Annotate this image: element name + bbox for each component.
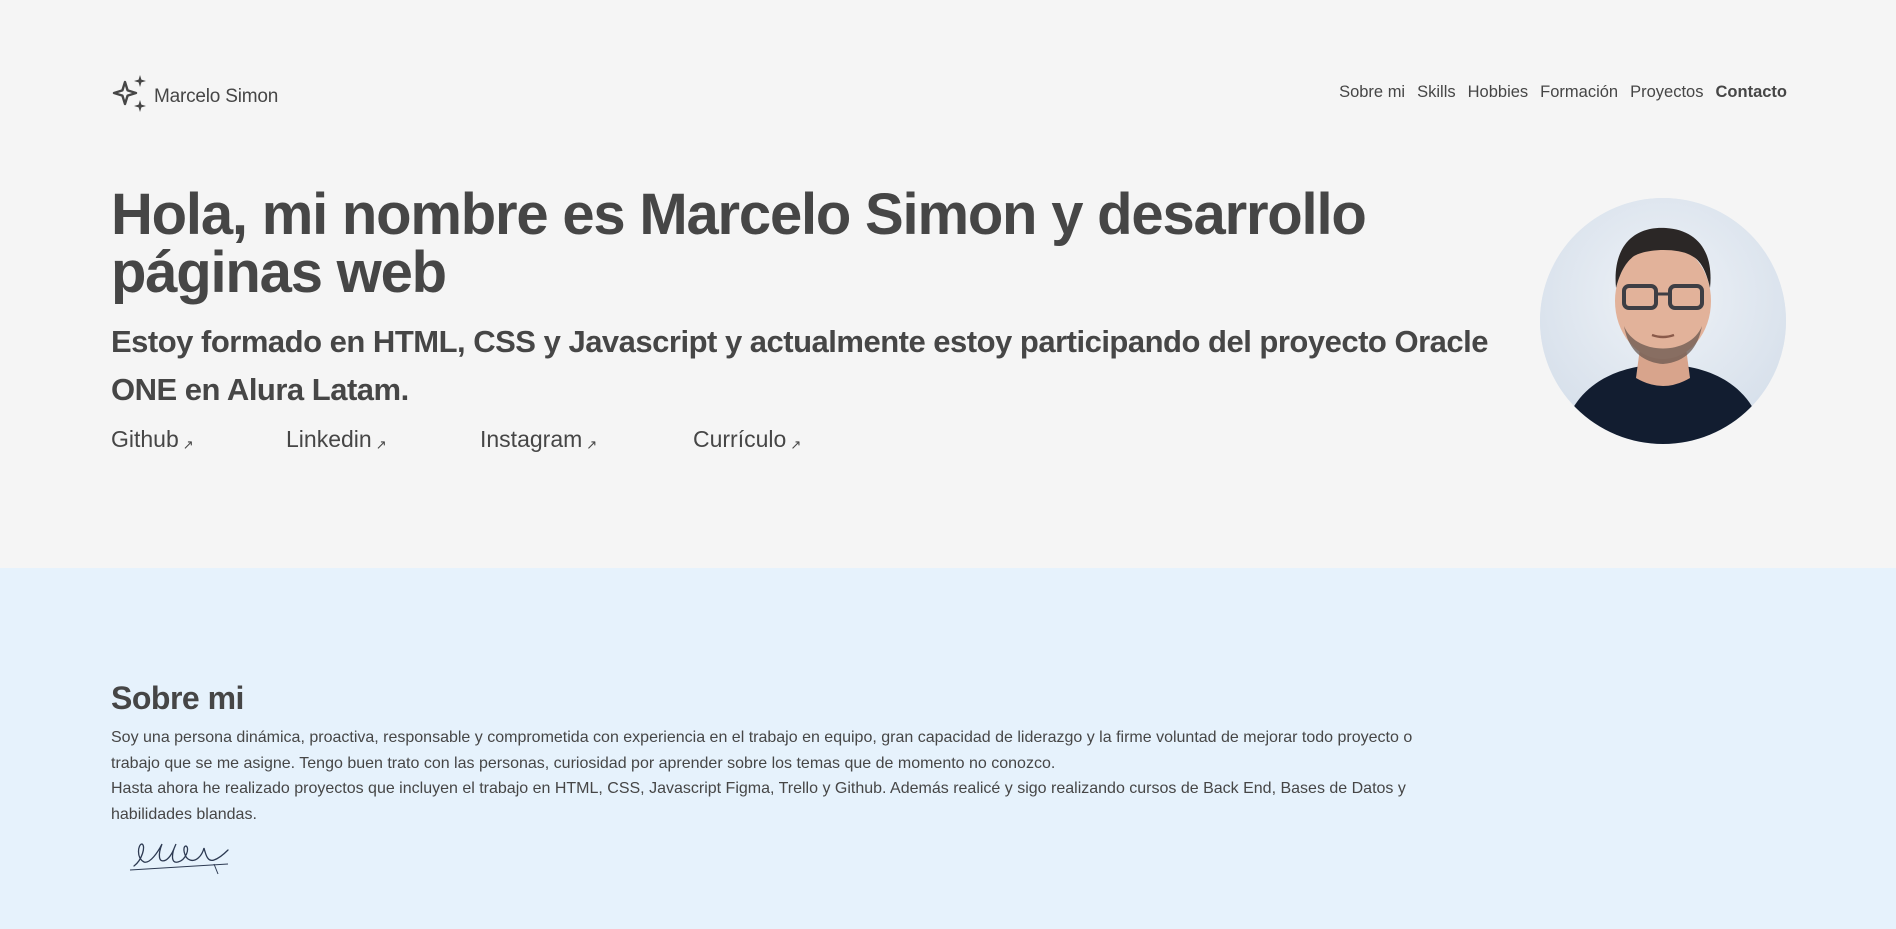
external-arrow-icon: ↗ xyxy=(375,437,387,452)
instagram-link[interactable]: Instagram ↗ xyxy=(480,426,597,453)
about-paragraph-2: Hasta ahora he realizado proyectos que i… xyxy=(111,780,1406,823)
external-arrow-icon: ↗ xyxy=(182,437,194,452)
sparkles-icon xyxy=(111,74,151,119)
linkedin-link[interactable]: Linkedin ↗ xyxy=(286,426,387,453)
nav-item-skills[interactable]: Skills xyxy=(1417,83,1456,102)
curriculo-link[interactable]: Currículo ↗ xyxy=(693,426,801,453)
profile-photo xyxy=(1540,198,1786,444)
instagram-link-label: Instagram xyxy=(480,426,583,452)
nav-item-contacto[interactable]: Contacto xyxy=(1716,83,1788,102)
about-section: Sobre mi Soy una persona dinámica, proac… xyxy=(0,568,1896,929)
about-paragraph-1: Soy una persona dinámica, proactiva, res… xyxy=(111,729,1413,772)
nav-item-sobre-mi[interactable]: Sobre mi xyxy=(1339,83,1405,102)
github-link-label: Github xyxy=(111,426,179,452)
about-title: Sobre mi xyxy=(111,680,244,716)
external-arrow-icon: ↗ xyxy=(586,437,598,452)
nav-item-formacion[interactable]: Formación xyxy=(1540,83,1618,102)
signature xyxy=(129,843,229,875)
curriculo-link-label: Currículo xyxy=(693,426,787,452)
hero-title: Hola, mi nombre es Marcelo Simon y desar… xyxy=(111,182,1367,305)
github-link[interactable]: Github ↗ xyxy=(111,426,194,453)
about-text: Soy una persona dinámica, proactiva, res… xyxy=(111,725,1441,827)
nav-item-hobbies[interactable]: Hobbies xyxy=(1468,83,1529,102)
site-header: Marcelo Simon Sobre mi Skills Hobbies Fo… xyxy=(111,74,1787,114)
external-arrow-icon: ↗ xyxy=(790,437,802,452)
hero-subtitle: Estoy formado en HTML, CSS y Javascript … xyxy=(111,324,1488,407)
linkedin-link-label: Linkedin xyxy=(286,426,372,452)
logo[interactable]: Marcelo Simon xyxy=(111,74,278,119)
logo-text: Marcelo Simon xyxy=(154,85,279,107)
nav-item-proyectos[interactable]: Proyectos xyxy=(1630,83,1703,102)
hero-section: Marcelo Simon Sobre mi Skills Hobbies Fo… xyxy=(0,0,1896,568)
main-nav: Sobre mi Skills Hobbies Formación Proyec… xyxy=(1339,83,1787,102)
